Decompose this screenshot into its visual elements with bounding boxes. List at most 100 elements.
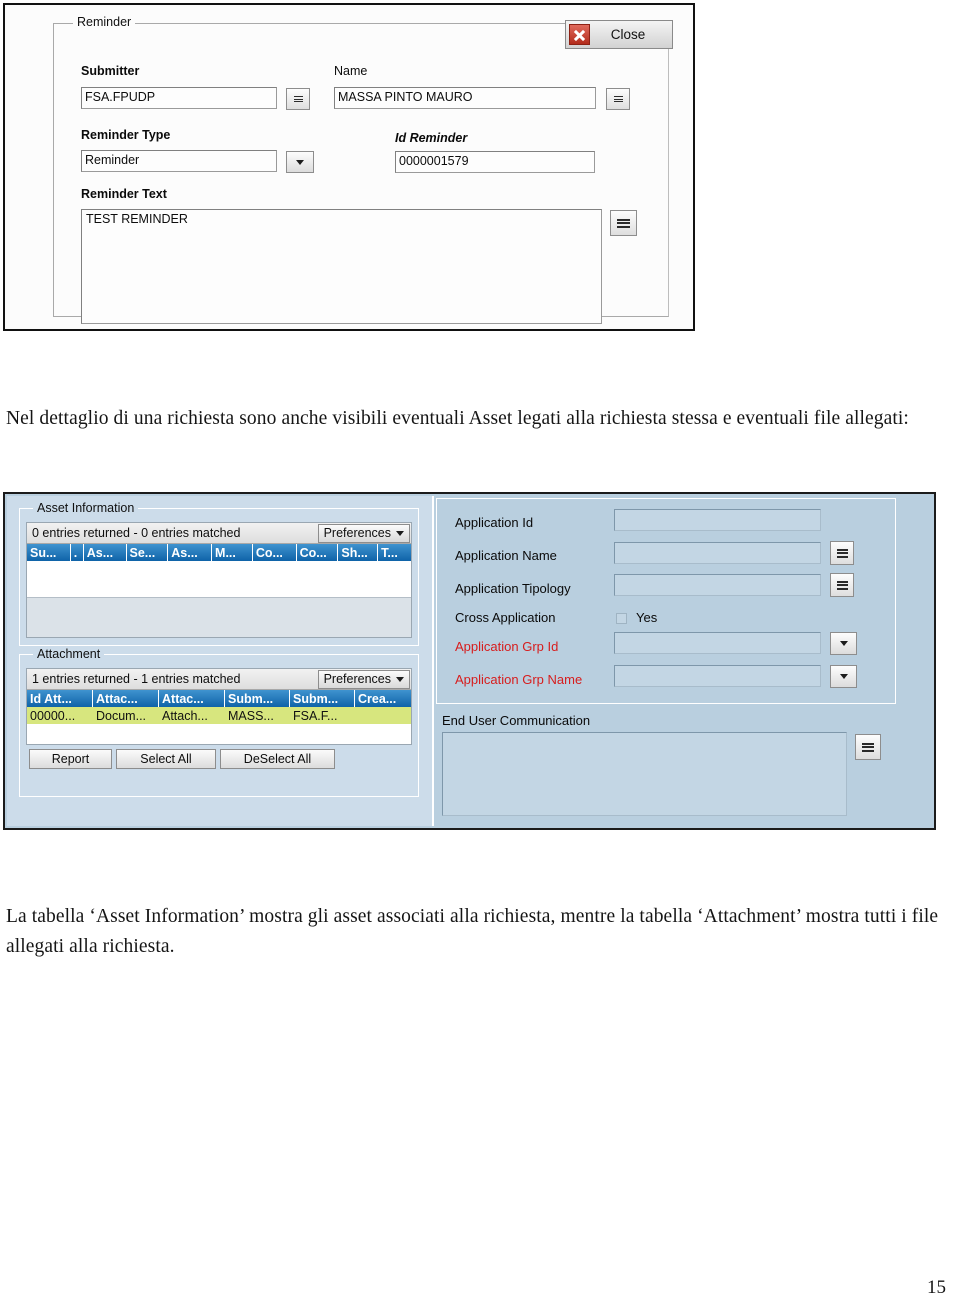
attachment-table-toolbar: 1 entries returned - 1 entries matched P… xyxy=(27,669,411,690)
attachment-entries-status: 1 entries returned - 1 entries matched xyxy=(32,672,241,686)
menu-lines-icon xyxy=(836,547,848,559)
name-label: Name xyxy=(334,64,368,78)
attachment-cell xyxy=(355,707,410,724)
asset-column-header[interactable]: As... xyxy=(84,544,127,561)
reminder-dialog-screenshot: Reminder Close Submitter FSA.FPUDP Name … xyxy=(3,3,695,331)
menu-lines-icon xyxy=(293,95,303,104)
attachment-table-header-row: Id Att... Attac... Attac... Subm... Subm… xyxy=(27,690,411,707)
application-id-input[interactable] xyxy=(614,509,821,531)
attachment-column-header[interactable]: Crea... xyxy=(355,690,410,707)
name-menu-button[interactable] xyxy=(606,88,630,110)
attachment-cell: 00000... xyxy=(30,708,76,723)
right-pane: Application Id Application Name Applicat… xyxy=(434,496,932,826)
attachment-column-header[interactable]: Id Att... xyxy=(27,690,93,707)
application-tipology-menu-button[interactable] xyxy=(830,573,854,597)
attachment-title: Attachment xyxy=(33,647,105,661)
close-icon xyxy=(569,24,590,45)
application-grp-id-label: Application Grp Id xyxy=(455,639,559,654)
asset-attachment-screenshot: Asset Information 0 entries returned - 0… xyxy=(3,492,936,830)
application-name-label: Application Name xyxy=(455,548,557,563)
asset-column-header[interactable]: Co... xyxy=(297,544,339,561)
attachment-column-header[interactable]: Attac... xyxy=(159,690,225,707)
attachment-table-empty-body xyxy=(27,724,411,744)
attachment-preferences-label: Preferences xyxy=(323,672,391,686)
attachment-cell: MASS... xyxy=(228,708,274,723)
id-reminder-label: Id Reminder xyxy=(395,131,468,145)
attachment-cell: Docum... xyxy=(96,708,147,723)
paragraph-asset-intro: Nel dettaglio di una richiesta sono anch… xyxy=(6,407,909,429)
application-id-label: Application Id xyxy=(455,515,534,530)
cross-application-value: Yes xyxy=(636,610,658,625)
menu-lines-icon xyxy=(862,741,874,753)
attachment-column-header[interactable]: Attac... xyxy=(93,690,159,707)
attachment-table: 1 entries returned - 1 entries matched P… xyxy=(26,668,412,745)
cross-application-label: Cross Application xyxy=(455,610,556,625)
close-button-label: Close xyxy=(610,27,646,42)
asset-table-toolbar: 0 entries returned - 0 entries matched P… xyxy=(27,523,411,544)
attachment-cell: Attach... xyxy=(162,708,208,723)
attachment-cell: FSA.F... xyxy=(293,708,338,723)
deselect-all-button[interactable]: DeSelect All xyxy=(220,749,335,769)
application-name-input[interactable] xyxy=(614,542,821,564)
submitter-menu-button[interactable] xyxy=(286,88,310,110)
asset-column-header[interactable]: Sh... xyxy=(338,544,379,561)
report-button[interactable]: Report xyxy=(29,749,112,769)
table-row[interactable]: 00000... Docum... Attach... MASS... FSA.… xyxy=(27,707,411,724)
reminder-type-input[interactable]: Reminder xyxy=(81,150,277,172)
asset-table: 0 entries returned - 0 entries matched P… xyxy=(26,522,412,638)
attachment-button-row: Report Select All DeSelect All xyxy=(29,749,335,769)
left-pane: Asset Information 0 entries returned - 0… xyxy=(7,496,434,826)
chevron-down-icon xyxy=(839,641,848,646)
end-user-communication-menu-button[interactable] xyxy=(855,734,881,760)
reminder-dialog-body: Reminder Close Submitter FSA.FPUDP Name … xyxy=(7,7,691,327)
application-grp-name-dropdown-button[interactable] xyxy=(830,665,857,688)
application-tipology-label: Application Tipology xyxy=(455,581,571,596)
menu-lines-icon xyxy=(617,217,630,229)
asset-table-header-row: Su... . As... Se... As... M... Co... Co.… xyxy=(27,544,411,561)
asset-table-empty-body xyxy=(27,561,411,597)
attachment-column-header[interactable]: Subm... xyxy=(290,690,355,707)
application-grp-name-label: Application Grp Name xyxy=(455,672,583,687)
name-input[interactable]: MASSA PINTO MAURO xyxy=(334,87,596,109)
reminder-text-menu-button[interactable] xyxy=(610,210,637,236)
reminder-text-label: Reminder Text xyxy=(81,187,167,201)
close-button[interactable]: Close xyxy=(565,20,673,49)
paragraph-table-explanation: La tabella ‘Asset Information’ mostra gl… xyxy=(6,905,939,957)
reminder-type-dropdown-button[interactable] xyxy=(286,151,314,173)
asset-preferences-label: Preferences xyxy=(323,526,391,540)
asset-column-header[interactable]: T... xyxy=(378,544,411,561)
chevron-down-icon xyxy=(296,159,304,165)
asset-preferences-button[interactable]: Preferences xyxy=(317,523,410,543)
attachment-column-header[interactable]: Subm... xyxy=(225,690,290,707)
asset-table-footer xyxy=(27,597,411,637)
cross-application-checkbox[interactable] xyxy=(616,613,627,624)
asset-column-header[interactable]: M... xyxy=(212,544,253,561)
application-grp-name-input[interactable] xyxy=(614,665,821,687)
asset-column-header[interactable]: As... xyxy=(168,544,213,561)
reminder-text-textarea[interactable]: TEST REMINDER xyxy=(81,209,602,324)
reminder-group-title: Reminder xyxy=(73,15,136,29)
asset-information-title: Asset Information xyxy=(33,501,139,515)
application-grp-id-input[interactable] xyxy=(614,632,821,654)
select-all-button[interactable]: Select All xyxy=(116,749,216,769)
submitter-input[interactable]: FSA.FPUDP xyxy=(81,87,277,109)
asset-column-header[interactable]: . xyxy=(71,544,84,561)
menu-lines-icon xyxy=(836,579,848,591)
id-reminder-input[interactable]: 0000001579 xyxy=(395,151,595,173)
asset-column-header[interactable]: Co... xyxy=(253,544,297,561)
asset-column-header[interactable]: Se... xyxy=(127,544,169,561)
attachment-preferences-button[interactable]: Preferences xyxy=(317,669,410,689)
end-user-communication-textarea[interactable] xyxy=(442,732,847,816)
chevron-down-icon xyxy=(839,674,848,679)
end-user-communication-label: End User Communication xyxy=(442,713,591,728)
reminder-type-label: Reminder Type xyxy=(81,128,171,142)
application-name-menu-button[interactable] xyxy=(830,541,854,565)
submitter-label: Submitter xyxy=(81,64,140,78)
asset-entries-status: 0 entries returned - 0 entries matched xyxy=(32,526,241,540)
asset-column-header[interactable]: Su... xyxy=(27,544,71,561)
page-number: 15 xyxy=(927,1277,946,1298)
application-tipology-input[interactable] xyxy=(614,574,821,596)
application-grp-id-dropdown-button[interactable] xyxy=(830,632,857,655)
chevron-down-icon xyxy=(396,530,404,536)
menu-lines-icon xyxy=(613,95,623,104)
